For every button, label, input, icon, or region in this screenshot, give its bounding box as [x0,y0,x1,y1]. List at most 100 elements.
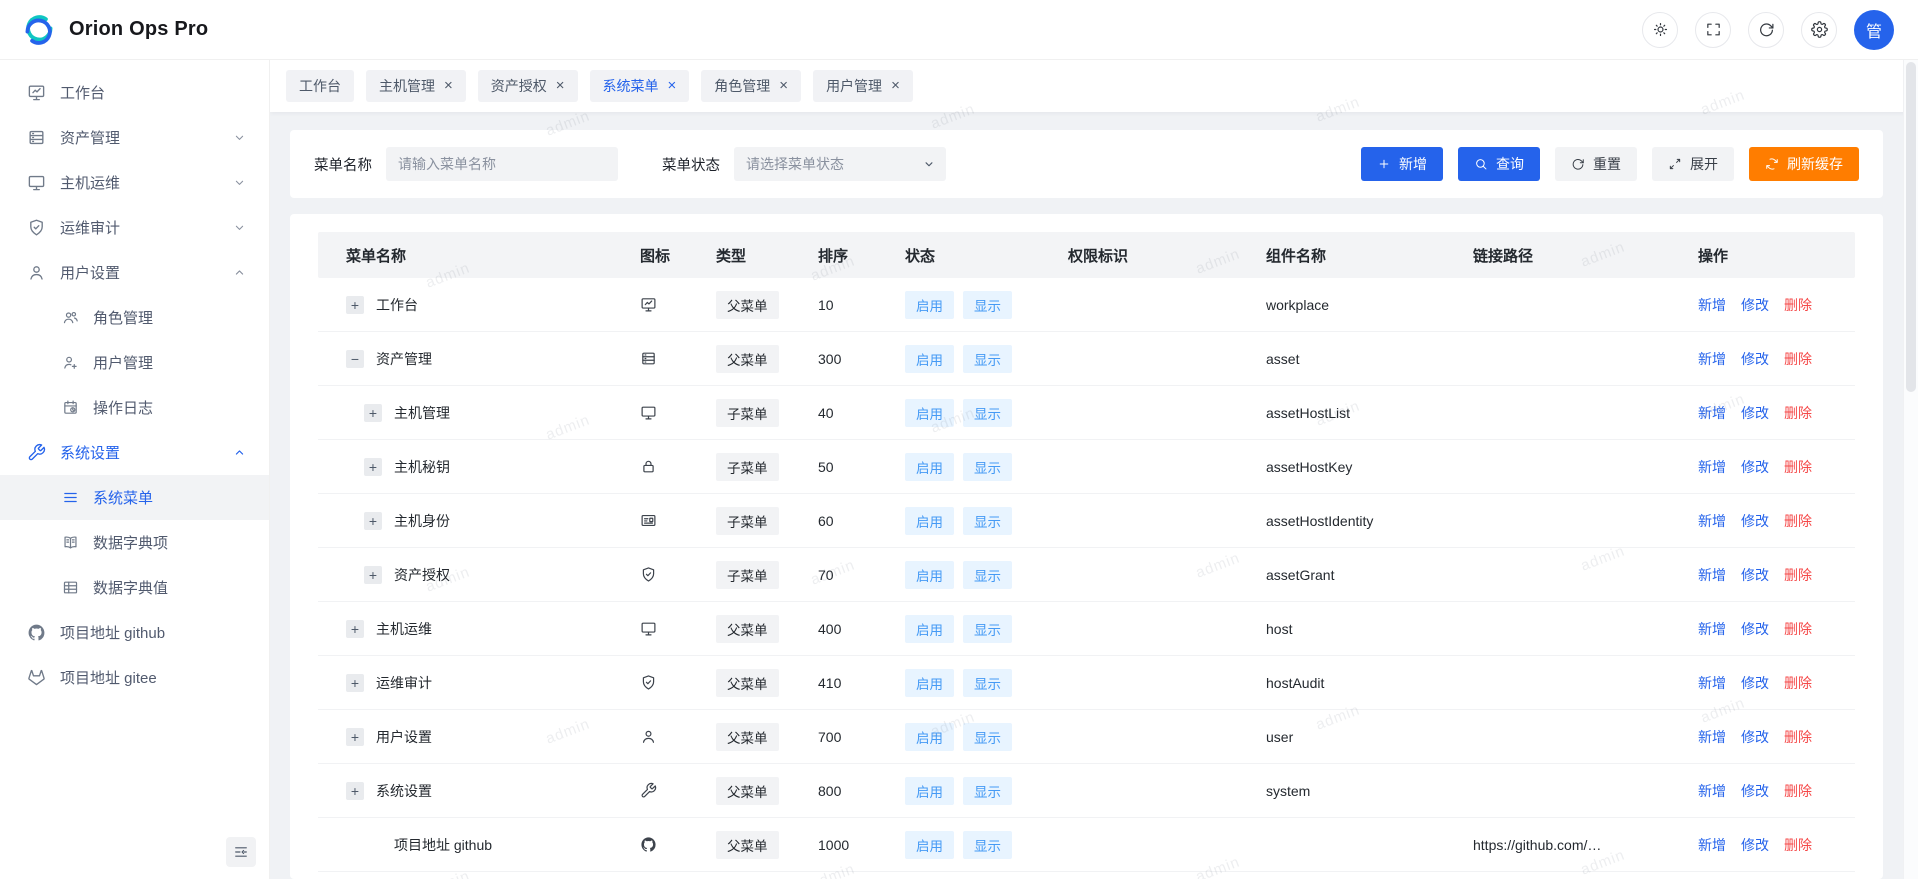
tab-用户管理[interactable]: 用户管理× [813,70,913,102]
menu-status-placeholder: 请选择菜单状态 [746,154,844,174]
expand-toggle[interactable]: + [346,674,364,692]
tab-close-icon[interactable]: × [668,78,677,93]
expand-all-button[interactable]: 展开 [1652,147,1734,181]
action-delete-link[interactable]: 删除 [1784,781,1812,801]
action-delete-link[interactable]: 删除 [1784,835,1812,855]
sidebar-subitem-book[interactable]: 数据字典项 [0,520,269,565]
sidebar-subitem-log[interactable]: 操作日志 [0,385,269,430]
expand-toggle[interactable]: − [346,350,364,368]
tab-系统菜单[interactable]: 系统菜单× [590,70,690,102]
menu-icon-cell [640,728,716,745]
sidebar-subitem-label: 用户管理 [93,352,153,373]
table-header-cell: 组件名称 [1266,245,1473,266]
tab-资产授权[interactable]: 资产授权× [478,70,578,102]
action-delete-link[interactable]: 删除 [1784,673,1812,693]
menu-actions-cell: 新增修改删除 [1698,349,1855,369]
tab-工作台[interactable]: 工作台 [286,70,354,102]
action-delete-link[interactable]: 删除 [1784,511,1812,531]
expand-toggle[interactable]: + [364,404,382,422]
tab-主机管理[interactable]: 主机管理× [366,70,466,102]
action-delete-link[interactable]: 删除 [1784,565,1812,585]
action-edit-link[interactable]: 修改 [1741,403,1769,423]
sidebar-item-wrench[interactable]: 系统设置 [0,430,269,475]
refresh-icon [1571,157,1585,171]
menu-name-input[interactable] [386,147,618,181]
page-scrollbar[interactable] [1903,60,1918,879]
sidebar-item-user[interactable]: 用户设置 [0,250,269,295]
action-add-link[interactable]: 新增 [1698,781,1726,801]
action-add-link[interactable]: 新增 [1698,349,1726,369]
tab-close-icon[interactable]: × [444,78,453,93]
scrollbar-thumb[interactable] [1906,62,1916,392]
action-add-link[interactable]: 新增 [1698,511,1726,531]
shield-icon [640,566,657,583]
sidebar-item-shield[interactable]: 运维审计 [0,205,269,250]
sidebar-item-label: 运维审计 [60,217,120,238]
sidebar-item-monitor[interactable]: 主机运维 [0,160,269,205]
fullscreen-button[interactable] [1695,12,1731,48]
action-add-link[interactable]: 新增 [1698,457,1726,477]
action-edit-link[interactable]: 修改 [1741,727,1769,747]
action-add-link[interactable]: 新增 [1698,727,1726,747]
action-edit-link[interactable]: 修改 [1741,511,1769,531]
action-add-link[interactable]: 新增 [1698,835,1726,855]
tab-角色管理[interactable]: 角色管理× [701,70,801,102]
expand-toggle[interactable]: + [346,728,364,746]
theme-toggle-button[interactable] [1642,12,1678,48]
action-edit-link[interactable]: 修改 [1741,781,1769,801]
chevdown-icon [232,130,247,145]
status-tag-visible: 显示 [963,399,1012,427]
sidebar-collapse-button[interactable] [226,837,256,867]
tab-close-icon[interactable]: × [779,78,788,93]
expand-toggle[interactable]: + [364,458,382,476]
sidebar-subitem-tableGrid[interactable]: 数据字典值 [0,565,269,610]
sidebar-item-github[interactable]: 项目地址 github [0,610,269,655]
menu-name-cell: +主机身份 [318,511,640,531]
action-delete-link[interactable]: 删除 [1784,619,1812,639]
expand-toggle[interactable]: + [364,566,382,584]
sidebar-item-dashboard[interactable]: 工作台 [0,70,269,115]
action-add-link[interactable]: 新增 [1698,673,1726,693]
query-button[interactable]: 查询 [1458,147,1540,181]
reload-button[interactable] [1748,12,1784,48]
table-row: +主机身份子菜单60启用显示assetHostIdentity新增修改删除 [318,494,1855,548]
action-edit-link[interactable]: 修改 [1741,565,1769,585]
action-add-link[interactable]: 新增 [1698,403,1726,423]
table-header-cell: 图标 [640,245,716,266]
action-edit-link[interactable]: 修改 [1741,835,1769,855]
action-edit-link[interactable]: 修改 [1741,457,1769,477]
action-edit-link[interactable]: 修改 [1741,673,1769,693]
menu-name-cell: +系统设置 [318,781,640,801]
user-avatar[interactable]: 管 [1854,10,1894,50]
tab-close-icon[interactable]: × [891,78,900,93]
action-add-link[interactable]: 新增 [1698,565,1726,585]
refresh-cache-button[interactable]: 刷新缓存 [1749,147,1859,181]
action-delete-link[interactable]: 删除 [1784,349,1812,369]
action-delete-link[interactable]: 删除 [1784,403,1812,423]
expand-toggle[interactable]: + [364,512,382,530]
sync-icon [1765,157,1779,171]
action-add-link[interactable]: 新增 [1698,295,1726,315]
add-button[interactable]: 新增 [1361,147,1443,181]
sidebar-item-gitee[interactable]: 项目地址 gitee [0,655,269,700]
sidebar-subitem-userAdd[interactable]: 用户管理 [0,340,269,385]
action-add-link[interactable]: 新增 [1698,619,1726,639]
menu-status-select[interactable]: 请选择菜单状态 [734,147,946,181]
expand-toggle[interactable]: + [346,620,364,638]
expand-toggle[interactable]: + [346,782,364,800]
action-edit-link[interactable]: 修改 [1741,349,1769,369]
action-delete-link[interactable]: 删除 [1784,295,1812,315]
sidebar-item-server[interactable]: 资产管理 [0,115,269,160]
plus-icon [1377,157,1391,171]
expand-toggle[interactable]: + [346,296,364,314]
sidebar-item-label: 项目地址 gitee [60,667,157,688]
settings-button[interactable] [1801,12,1837,48]
action-delete-link[interactable]: 删除 [1784,727,1812,747]
action-delete-link[interactable]: 删除 [1784,457,1812,477]
action-edit-link[interactable]: 修改 [1741,619,1769,639]
sidebar-subitem-menu[interactable]: 系统菜单 [0,475,269,520]
action-edit-link[interactable]: 修改 [1741,295,1769,315]
sidebar-subitem-users[interactable]: 角色管理 [0,295,269,340]
tab-close-icon[interactable]: × [556,78,565,93]
reset-button[interactable]: 重置 [1555,147,1637,181]
